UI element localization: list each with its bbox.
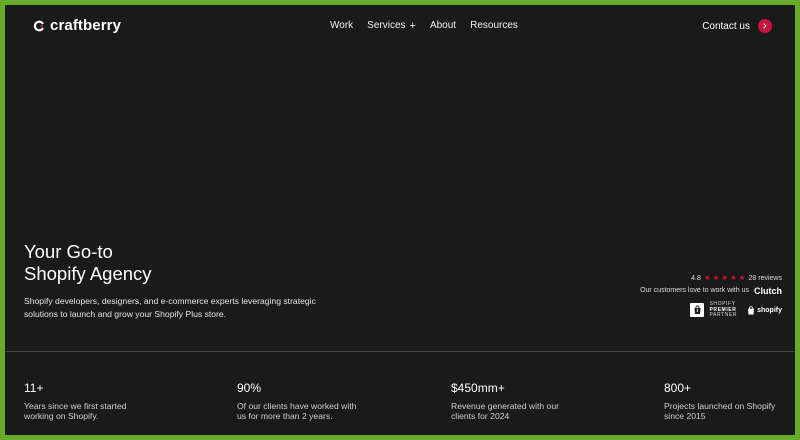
stat-value: 11+ — [24, 381, 44, 395]
clutch-row: Our customers love to work with us Clutc… — [622, 285, 782, 296]
stat-value: $450mm+ — [451, 381, 505, 395]
stat-projects: 800+ Projects launched on Shopify since … — [664, 381, 795, 421]
stat-label: Of our clients have worked with us for m… — [237, 401, 357, 421]
nav-item-work[interactable]: Work — [330, 20, 353, 31]
brand-logo[interactable]: craftberry — [33, 17, 121, 34]
stat-retention: 90% Of our clients have worked with us f… — [237, 381, 387, 421]
site-header: craftberry Work Services + About Resourc… — [5, 5, 795, 51]
stat-years: 11+ Years since we first started working… — [24, 381, 174, 421]
reviews-tagline: Our customers love to work with us — [640, 287, 749, 294]
stat-label: Years since we first started working on … — [24, 401, 127, 421]
nav-item-resources[interactable]: Resources — [470, 20, 518, 31]
shopify-logo: shopify — [747, 306, 782, 315]
partner-text: SHOPIFY PREMIER PARTNER — [709, 301, 738, 319]
brand-name: craftberry — [50, 17, 122, 34]
shopify-premier-partner-badge: SHOPIFY PREMIER PARTNER — [690, 301, 738, 319]
stat-value: 800+ — [664, 381, 692, 395]
star-icon: ★ — [703, 273, 711, 282]
star-icon: ★ — [721, 273, 729, 282]
nav-item-about[interactable]: About — [430, 20, 456, 31]
main-nav: Work Services + About Resources — [330, 20, 518, 31]
star-icon: ★ — [712, 273, 720, 282]
nav-item-label: About — [429, 20, 457, 31]
hero-title-line: Shopify Agency — [24, 263, 152, 284]
page: craftberry Work Services + About Resourc… — [5, 5, 795, 435]
contact-label: Contact us — [702, 20, 750, 32]
nav-item-label: Services — [367, 20, 406, 31]
rating-value: 4.8 — [691, 274, 701, 282]
clutch-logo[interactable]: Clutch — [754, 286, 782, 296]
stat-label: Revenue generated with our clients for 2… — [451, 401, 559, 421]
partner-badges: SHOPIFY PREMIER PARTNER shopify — [690, 301, 782, 319]
star-icon: ★ — [730, 273, 737, 282]
shopify-wordmark: shopify — [757, 306, 782, 314]
star-icon: ★ — [738, 273, 746, 282]
star-rating: ★ ★ ★ ★ ★ — [704, 274, 746, 282]
craftberry-logo-icon — [33, 20, 45, 32]
hero-subtitle: Shopify developers, designers, and e-com… — [24, 296, 316, 319]
section-divider — [5, 351, 795, 352]
contact-arrow-button[interactable] — [758, 19, 772, 33]
stat-label: Projects launched on Shopify since 2015 — [664, 401, 776, 421]
contact-us-button[interactable]: Contact us — [702, 19, 772, 33]
reviews-summary: 4.8 ★ ★ ★ ★ ★ 28 reviews Our customers l… — [622, 273, 782, 296]
nav-item-label: Work — [330, 20, 354, 31]
plus-icon: + — [409, 19, 416, 32]
review-count[interactable]: 28 reviews — [749, 275, 782, 282]
partner-line: PARTNER — [709, 312, 738, 318]
chevron-right-icon — [763, 23, 767, 29]
hero-title: Your Go-to Shopify Agency — [24, 241, 274, 285]
hero-title-line: Your Go-to — [24, 241, 113, 262]
shopify-bag-icon — [690, 303, 705, 318]
stat-revenue: $450mm+ Revenue generated with our clien… — [451, 381, 601, 421]
nav-item-services[interactable]: Services + — [367, 20, 416, 31]
shopify-bag-icon — [748, 306, 755, 315]
stat-value: 90% — [237, 381, 262, 395]
rating-row: 4.8 ★ ★ ★ ★ ★ 28 reviews — [622, 273, 782, 283]
nav-item-label: Resources — [470, 20, 518, 31]
